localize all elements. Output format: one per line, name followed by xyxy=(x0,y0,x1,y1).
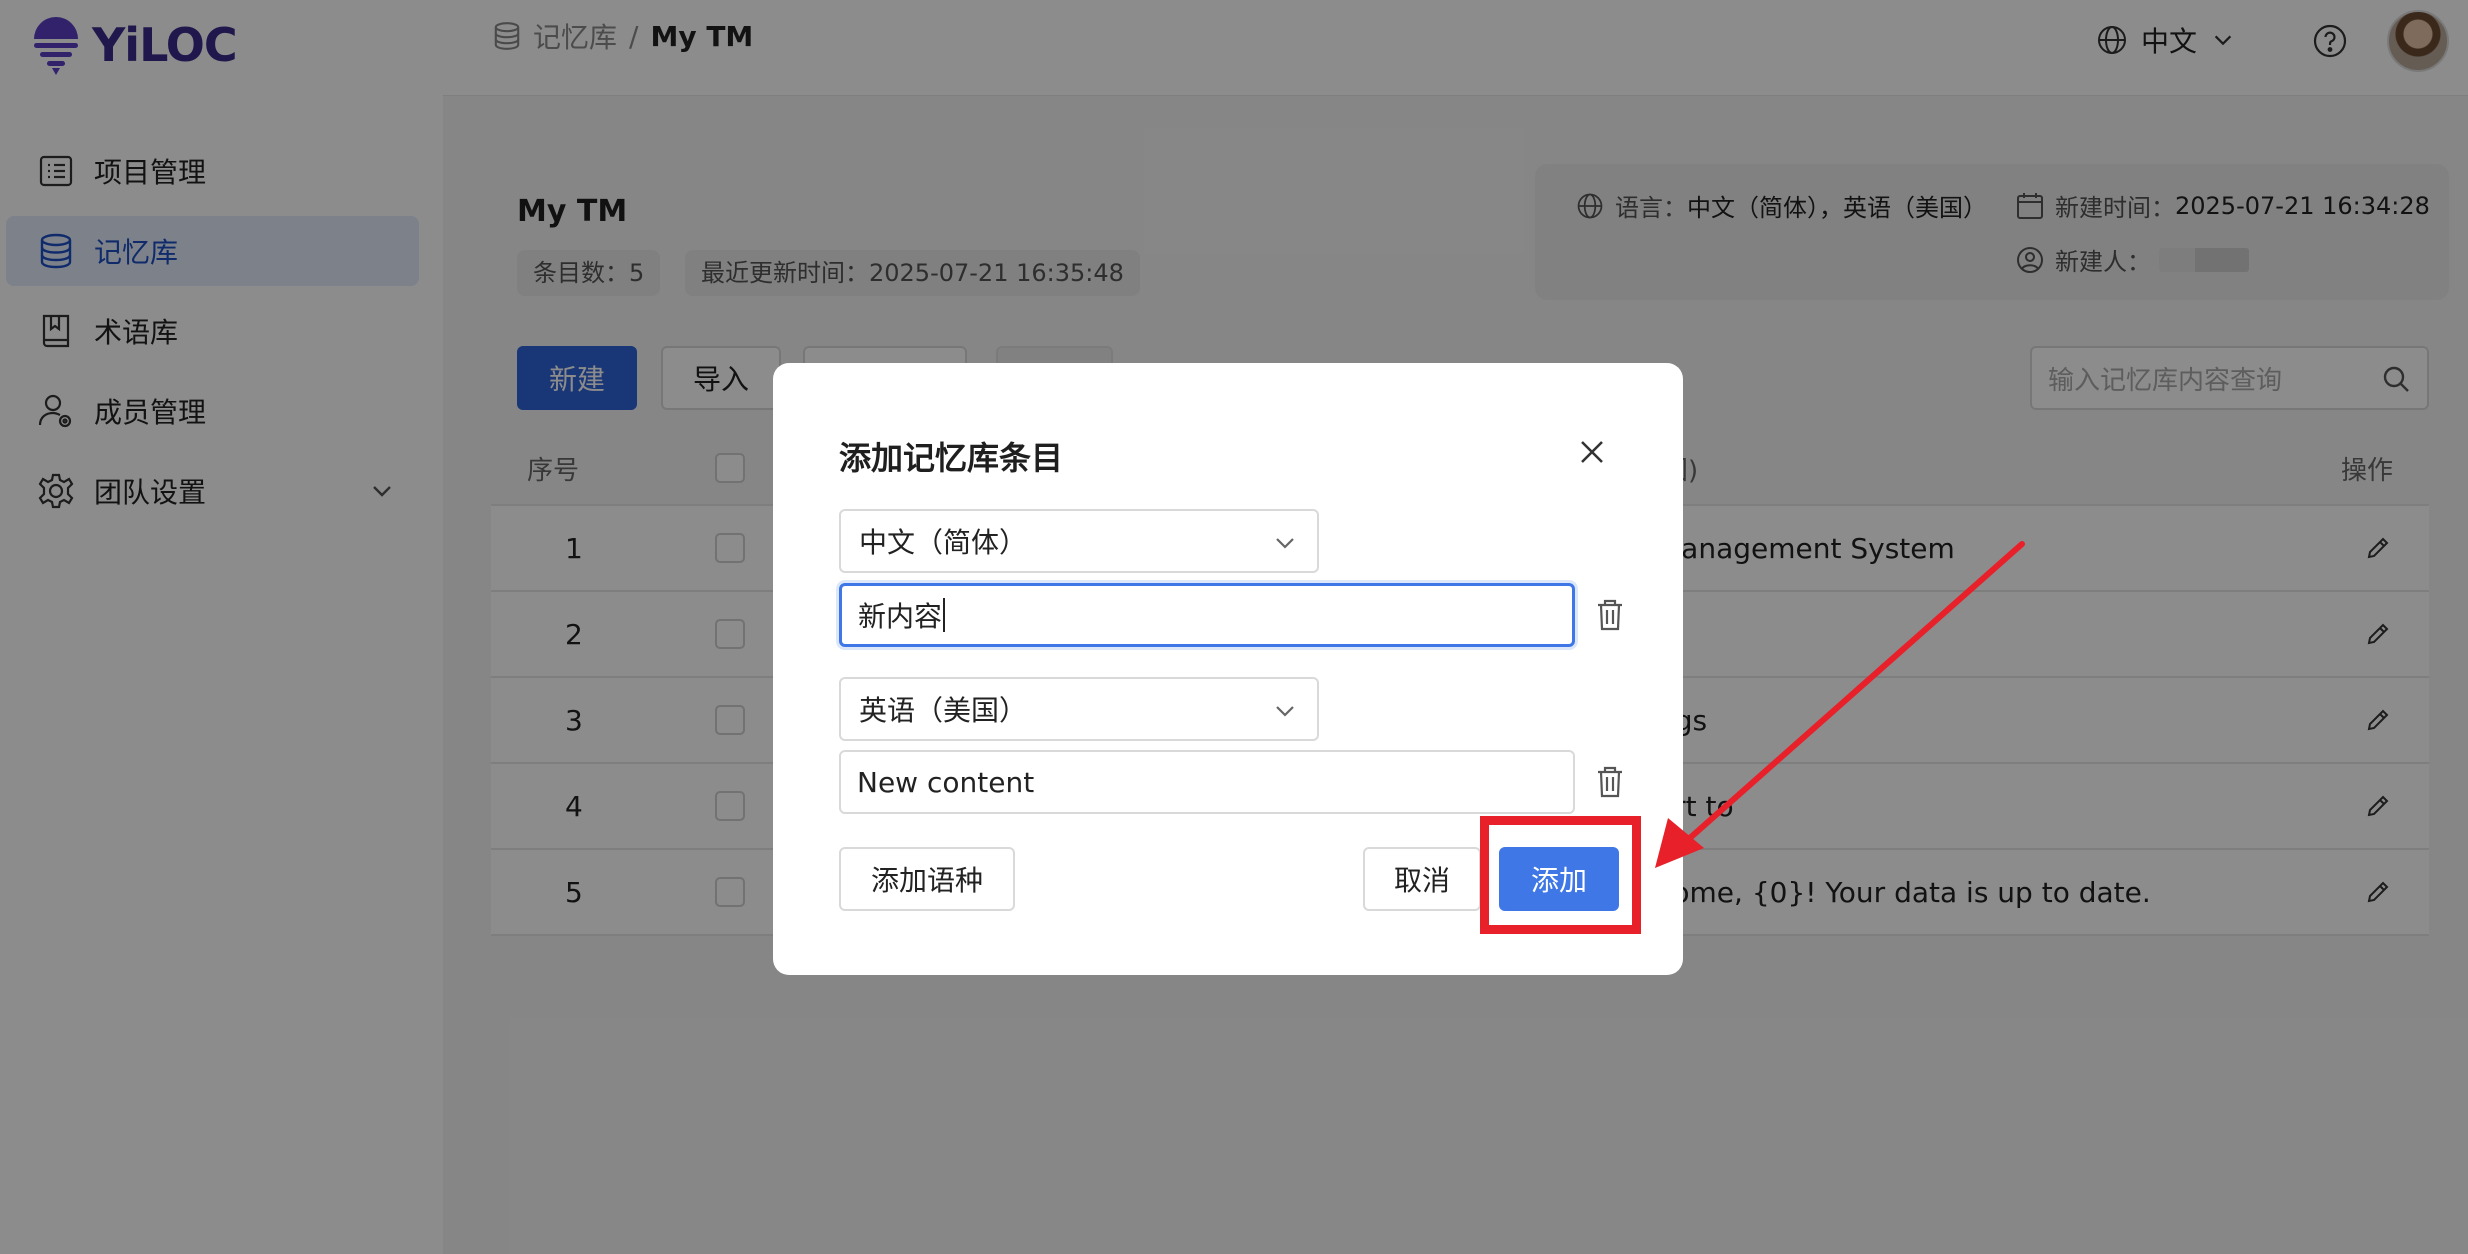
cancel-button[interactable]: 取消 xyxy=(1363,847,1481,911)
language-select[interactable]: 中文（简体） xyxy=(839,509,1319,573)
language-select-value: 英语（美国） xyxy=(859,694,1028,727)
trash-icon[interactable] xyxy=(1595,598,1625,632)
language-select-value: 中文（简体） xyxy=(859,526,1028,559)
dialog-title: 添加记忆库条目 xyxy=(839,439,1064,477)
entry-text-input[interactable]: New content xyxy=(839,750,1575,814)
language-select[interactable]: 英语（美国） xyxy=(839,677,1319,741)
trash-icon[interactable] xyxy=(1595,765,1625,799)
annotation-highlight-box xyxy=(1480,816,1641,934)
entry-text-value: New content xyxy=(857,765,1035,799)
add-language-button[interactable]: 添加语种 xyxy=(839,847,1015,911)
entry-text-input[interactable]: 新内容 xyxy=(839,583,1575,647)
text-caret xyxy=(943,598,946,632)
close-icon[interactable] xyxy=(1575,435,1609,469)
chevron-down-icon xyxy=(1276,706,1294,717)
entry-text-value: 新内容 xyxy=(858,600,943,633)
chevron-down-icon xyxy=(1276,538,1294,549)
